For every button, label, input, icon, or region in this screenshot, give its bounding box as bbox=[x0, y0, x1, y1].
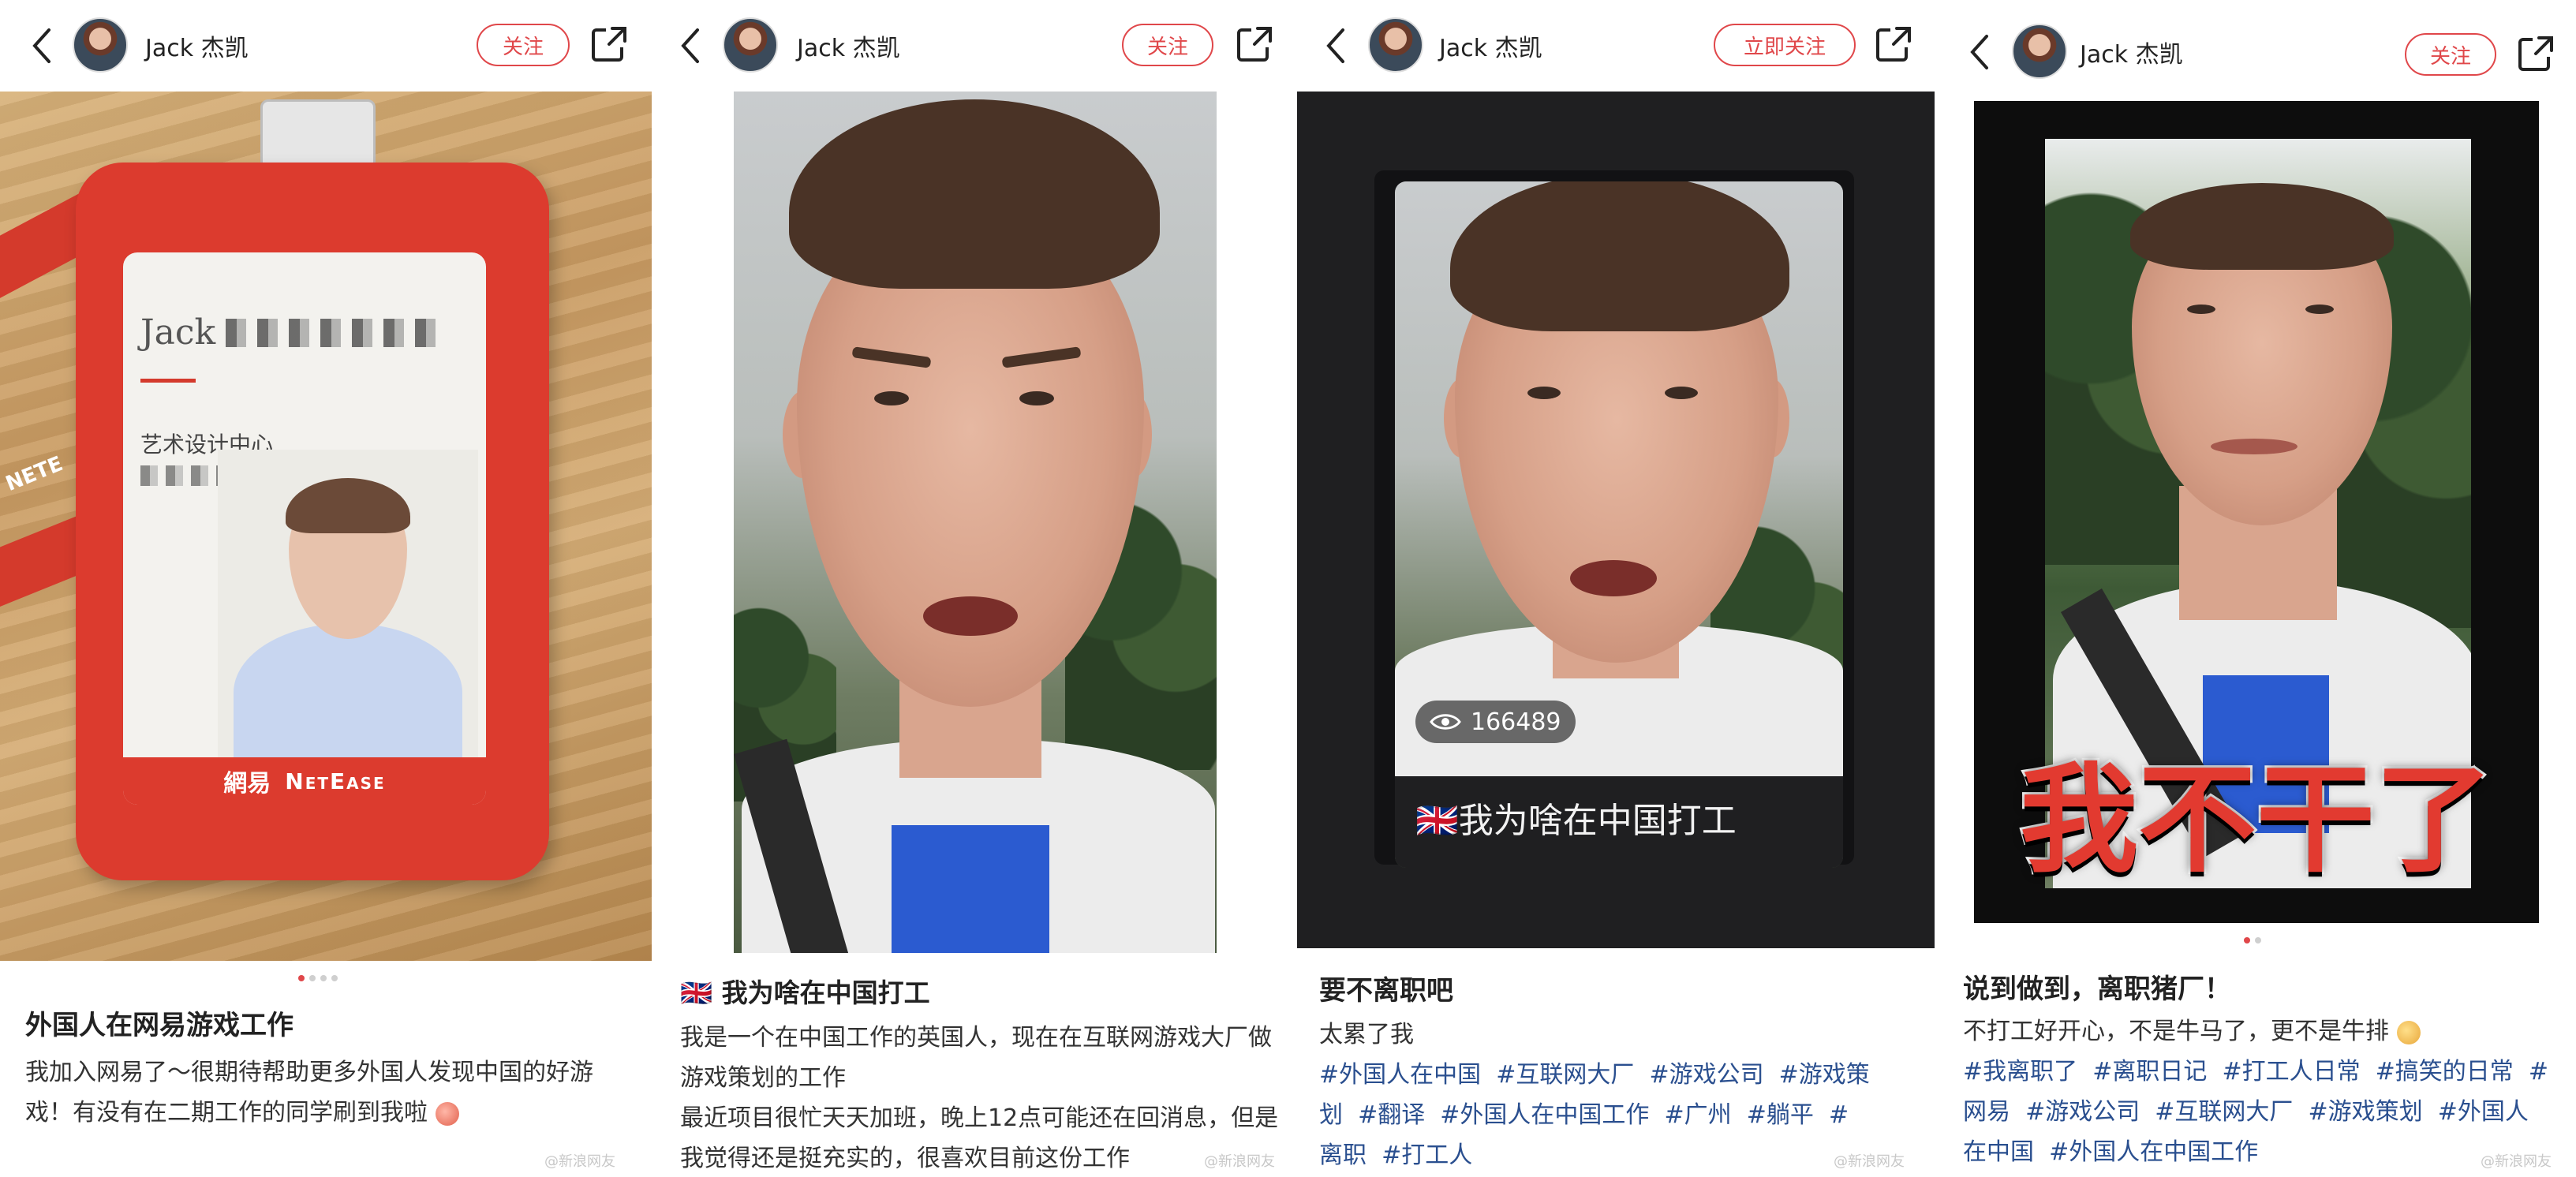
author-name[interactable]: Jack 杰凯 bbox=[797, 28, 900, 63]
avatar[interactable] bbox=[2012, 24, 2067, 79]
card-name: Jack bbox=[140, 312, 216, 353]
grin-emoji-icon bbox=[2396, 1020, 2421, 1044]
post-image[interactable]: 我不干了 bbox=[1974, 101, 2539, 923]
hashtag-link[interactable]: #互联网大厂 bbox=[1496, 1061, 1634, 1089]
brand-en: NetEase bbox=[285, 768, 386, 794]
post-title: 要不离职吧 bbox=[1319, 975, 1453, 1007]
hashtag-link[interactable]: #离职日记 bbox=[2092, 1058, 2207, 1085]
follow-button[interactable]: 立即关注 bbox=[1714, 24, 1856, 66]
watermark: @新浪网友 bbox=[1204, 1153, 1275, 1170]
redacted-name bbox=[226, 319, 447, 347]
author-name[interactable]: Jack 杰凯 bbox=[2080, 35, 2183, 69]
video-caption: 🇬🇧我为啥在中国打工 bbox=[1415, 801, 1737, 841]
post-body: 不打工好开心，不是牛马了，更不是牛排 #我离职了 #离职日记 #打工人日常 #搞… bbox=[1963, 1011, 2551, 1172]
hashtag-link[interactable]: #打工人 bbox=[1381, 1142, 1472, 1169]
back-arrow-icon[interactable] bbox=[1965, 30, 1996, 74]
watermark: @新浪网友 bbox=[544, 1153, 615, 1170]
view-count: 166489 bbox=[1415, 701, 1576, 743]
post-header: Jack 杰凯 关注 bbox=[0, 0, 652, 92]
back-arrow-icon[interactable] bbox=[1321, 24, 1352, 68]
author-name[interactable]: Jack 杰凯 bbox=[1439, 28, 1542, 63]
video-frame bbox=[1395, 181, 1843, 868]
hashtag-link[interactable]: #翻译 bbox=[1358, 1101, 1425, 1129]
video-overlay-text: 我不干了 bbox=[2017, 749, 2496, 891]
brand-cn: 網易 bbox=[223, 770, 271, 798]
author-name[interactable]: Jack 杰凯 bbox=[145, 28, 249, 63]
hashtag-link[interactable]: #互联网大厂 bbox=[2155, 1098, 2293, 1126]
hashtag-link[interactable]: #搞笑的日常 bbox=[2376, 1058, 2514, 1085]
view-count-value: 166489 bbox=[1471, 708, 1561, 736]
post-header: Jack 杰凯 立即关注 bbox=[1297, 0, 1936, 92]
watermark: @新浪网友 bbox=[1834, 1153, 1905, 1170]
redacted-id bbox=[140, 465, 227, 486]
share-icon[interactable] bbox=[589, 24, 628, 65]
follow-button[interactable]: 关注 bbox=[1122, 24, 1213, 66]
hashtag-link[interactable]: #游戏公司 bbox=[1649, 1061, 1763, 1089]
tag-list: #我离职了 #离职日记 #打工人日常 #搞笑的日常 #网易 #游戏公司 #互联网… bbox=[1963, 1052, 2551, 1172]
hashtag-link[interactable]: #外国人在中国工作 bbox=[1440, 1101, 1649, 1129]
post-body: 我是一个在中国工作的英国人，现在在互联网游戏大厂做游戏策划的工作 最近项目很忙天… bbox=[680, 1018, 1280, 1177]
post-body-text: 太累了我 bbox=[1319, 1021, 1414, 1048]
post-header: Jack 杰凯 关注 bbox=[1936, 0, 2576, 92]
post-body: 太累了我 #外国人在中国 #互联网大厂 #游戏公司 #游戏策划 #翻译 #外国人… bbox=[1319, 1014, 1871, 1175]
post-panel-4: Jack 杰凯 关注 我不干了 说到做到，离职猪厂！ 不打工好开心，不是牛马了，… bbox=[1936, 0, 2576, 1177]
post-title: 说到做到，离职猪厂！ bbox=[1963, 973, 2231, 1005]
badge-holder: Jack 艺术设计中心 網易 NetEase bbox=[76, 163, 549, 880]
post-body-line: 不打工好开心，不是牛马了，更不是牛排 bbox=[1963, 1011, 2551, 1052]
hashtag-link[interactable]: #外国人在中国工作 bbox=[2049, 1138, 2258, 1166]
tag-list: #外国人在中国 #互联网大厂 #游戏公司 #游戏策划 #翻译 #外国人在中国工作… bbox=[1319, 1055, 1871, 1175]
post-body-line: 最近项目很忙天天加班，晚上12点可能还在回消息，但是我觉得还是挺充实的，很喜欢目… bbox=[680, 1104, 1279, 1172]
post-title: 🇬🇧 我为啥在中国打工 bbox=[680, 977, 930, 1008]
id-card: Jack 艺术设计中心 網易 NetEase bbox=[123, 252, 486, 805]
peach-emoji-icon bbox=[435, 1101, 459, 1126]
share-icon[interactable] bbox=[1873, 24, 1912, 65]
post-panel-3: Jack 杰凯 立即关注 166489 🇬🇧我为啥在中国打工 要不离职吧 太累了… bbox=[1297, 0, 1936, 1177]
back-arrow-icon[interactable] bbox=[675, 24, 707, 68]
image-pager bbox=[2244, 937, 2261, 943]
post-body: 我加入网易了～很期待帮助更多外国人发现中国的好游戏！有没有在二期工作的同学刷到我… bbox=[25, 1052, 633, 1133]
hashtag-link[interactable]: #躺平 bbox=[1747, 1101, 1814, 1129]
follow-button[interactable]: 关注 bbox=[2405, 33, 2496, 76]
avatar[interactable] bbox=[1368, 17, 1423, 73]
avatar[interactable] bbox=[73, 17, 128, 73]
hashtag-link[interactable]: #我离职了 bbox=[1963, 1058, 2077, 1085]
follow-button[interactable]: 关注 bbox=[477, 24, 570, 66]
back-arrow-icon[interactable] bbox=[27, 24, 58, 68]
post-panel-1: Jack 杰凯 关注 NETE Jack 艺术设计中心 網易 NetEase 外… bbox=[0, 0, 652, 1177]
card-divider bbox=[140, 379, 196, 383]
post-title: 外国人在网易游戏工作 bbox=[25, 1010, 293, 1041]
card-brand: 網易 NetEase bbox=[123, 757, 486, 805]
post-image[interactable]: NETE Jack 艺术设计中心 網易 NetEase bbox=[0, 92, 652, 961]
share-icon[interactable] bbox=[2515, 33, 2555, 74]
post-body-text: 我加入网易了～很期待帮助更多外国人发现中国的好游戏！有没有在二期工作的同学刷到我… bbox=[25, 1059, 593, 1127]
avatar[interactable] bbox=[723, 17, 778, 73]
hashtag-link[interactable]: #打工人日常 bbox=[2222, 1058, 2360, 1085]
post-image[interactable] bbox=[734, 92, 1217, 953]
hashtag-link[interactable]: #外国人在中国 bbox=[1319, 1061, 1481, 1089]
post-header: Jack 杰凯 关注 bbox=[652, 0, 1297, 92]
card-photo bbox=[218, 450, 478, 765]
image-pager bbox=[298, 975, 338, 981]
post-body-text: 不打工好开心，不是牛马了，更不是牛排 bbox=[1963, 1018, 2389, 1045]
post-body-line: 我是一个在中国工作的英国人，现在在互联网游戏大厂做游戏策划的工作 bbox=[680, 1024, 1272, 1092]
eye-icon bbox=[1430, 714, 1461, 730]
watermark: @新浪网友 bbox=[2481, 1153, 2552, 1170]
hashtag-link[interactable]: #广州 bbox=[1665, 1101, 1732, 1129]
hashtag-link[interactable]: #游戏策划 bbox=[2309, 1098, 2423, 1126]
post-panel-2: Jack 杰凯 关注 🇬🇧 我为啥在中国打工 我是一个在中国工作的英国人，现在在… bbox=[652, 0, 1297, 1177]
hashtag-link[interactable]: #游戏公司 bbox=[2025, 1098, 2140, 1126]
share-icon[interactable] bbox=[1234, 24, 1273, 65]
post-image[interactable]: 166489 🇬🇧我为啥在中国打工 bbox=[1297, 92, 1935, 948]
